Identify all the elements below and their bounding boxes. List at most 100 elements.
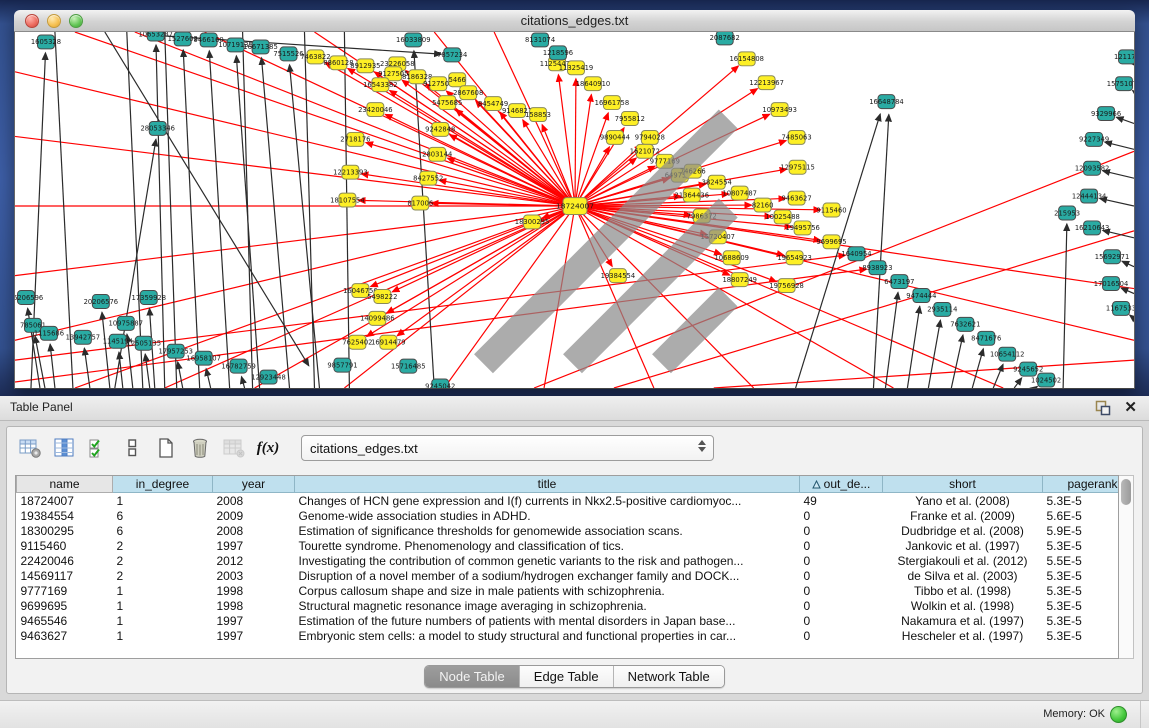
cell-name[interactable]: 9115460 bbox=[17, 538, 113, 553]
cell-out_de[interactable]: 0 bbox=[800, 538, 883, 553]
table-row[interactable]: 1872400712008Changes of HCN gene express… bbox=[17, 493, 1120, 509]
cell-title[interactable]: Embryonic stem cells: a model to study s… bbox=[295, 628, 800, 643]
cell-short[interactable]: Tibbo et al. (1998) bbox=[883, 583, 1043, 598]
cell-name[interactable]: 19384554 bbox=[17, 508, 113, 523]
new-table-icon[interactable] bbox=[151, 433, 181, 463]
cell-year[interactable]: 2012 bbox=[213, 553, 295, 568]
close-panel-icon[interactable]: ✕ bbox=[1124, 398, 1137, 416]
cell-short[interactable]: Dudbridge et al. (2008) bbox=[883, 523, 1043, 538]
cell-year[interactable]: 2008 bbox=[213, 493, 295, 509]
cell-in_degree[interactable]: 1 bbox=[113, 613, 213, 628]
cell-in_degree[interactable]: 2 bbox=[113, 538, 213, 553]
cell-title[interactable]: Corpus callosum shape and size in male p… bbox=[295, 583, 800, 598]
function-builder-icon[interactable]: f(x) bbox=[253, 433, 283, 463]
column-header-name[interactable]: name bbox=[17, 476, 113, 493]
cell-out_de[interactable]: 0 bbox=[800, 613, 883, 628]
table-scrollbar[interactable] bbox=[1119, 475, 1134, 659]
cell-out_de[interactable]: 0 bbox=[800, 508, 883, 523]
cell-name[interactable]: 18724007 bbox=[17, 493, 113, 509]
table-row[interactable]: 2242004622012Investigating the contribut… bbox=[17, 553, 1120, 568]
cell-year[interactable]: 2003 bbox=[213, 568, 295, 583]
cell-out_de[interactable]: 0 bbox=[800, 598, 883, 613]
network-canvas[interactable]: 1872400774638228860128891293523226058912… bbox=[14, 32, 1135, 389]
cell-short[interactable]: Franke et al. (2009) bbox=[883, 508, 1043, 523]
table-row[interactable]: 946362711997Embryonic stem cells: a mode… bbox=[17, 628, 1120, 643]
cell-pagerank[interactable]: 5.3E-5 bbox=[1043, 628, 1120, 643]
cell-pagerank[interactable]: 5.3E-5 bbox=[1043, 613, 1120, 628]
cell-name[interactable]: 22420046 bbox=[17, 553, 113, 568]
cell-pagerank[interactable]: 5.3E-5 bbox=[1043, 583, 1120, 598]
column-header-short[interactable]: short bbox=[883, 476, 1043, 493]
cell-pagerank[interactable]: 5.3E-5 bbox=[1043, 598, 1120, 613]
cell-year[interactable]: 1998 bbox=[213, 583, 295, 598]
cell-title[interactable]: Investigating the contribution of common… bbox=[295, 553, 800, 568]
network-view-window[interactable]: citations_edges.txt 18724007746382288601… bbox=[14, 10, 1135, 389]
cell-name[interactable]: 14569117 bbox=[17, 568, 113, 583]
float-panel-icon[interactable] bbox=[1095, 400, 1111, 416]
cell-in_degree[interactable]: 1 bbox=[113, 583, 213, 598]
table-row[interactable]: 1830029562008Estimation of significance … bbox=[17, 523, 1120, 538]
cell-title[interactable]: Estimation of significance thresholds fo… bbox=[295, 523, 800, 538]
cell-name[interactable]: 9699695 bbox=[17, 598, 113, 613]
cell-name[interactable]: 9465546 bbox=[17, 613, 113, 628]
cell-title[interactable]: Changes of HCN gene expression and I(f) … bbox=[295, 493, 800, 509]
cell-title[interactable]: Tourette syndrome. Phenomenology and cla… bbox=[295, 538, 800, 553]
cell-name[interactable]: 9777169 bbox=[17, 583, 113, 598]
cell-in_degree[interactable]: 1 bbox=[113, 493, 213, 509]
cell-out_de[interactable]: 0 bbox=[800, 583, 883, 598]
cell-short[interactable]: Stergiakouli et al. (2012) bbox=[883, 553, 1043, 568]
cell-year[interactable]: 1997 bbox=[213, 628, 295, 643]
window-titlebar[interactable]: citations_edges.txt bbox=[14, 10, 1135, 32]
cell-pagerank[interactable]: 5.3E-5 bbox=[1043, 493, 1120, 509]
table-row[interactable]: 946554611997Estimation of the future num… bbox=[17, 613, 1120, 628]
delete-table-icon[interactable] bbox=[185, 433, 215, 463]
cell-out_de[interactable]: 0 bbox=[800, 568, 883, 583]
cell-year[interactable]: 1997 bbox=[213, 538, 295, 553]
cell-in_degree[interactable]: 6 bbox=[113, 523, 213, 538]
cell-in_degree[interactable]: 2 bbox=[113, 568, 213, 583]
column-header-title[interactable]: title bbox=[295, 476, 800, 493]
cell-out_de[interactable]: 0 bbox=[800, 553, 883, 568]
cell-pagerank[interactable]: 5.5E-5 bbox=[1043, 553, 1120, 568]
cell-short[interactable]: Nakamura et al. (1997) bbox=[883, 613, 1043, 628]
cell-title[interactable]: Disruption of a novel member of a sodium… bbox=[295, 568, 800, 583]
cell-year[interactable]: 1997 bbox=[213, 613, 295, 628]
table-row[interactable]: 1456911722003Disruption of a novel membe… bbox=[17, 568, 1120, 583]
cell-in_degree[interactable]: 6 bbox=[113, 508, 213, 523]
cell-year[interactable]: 2009 bbox=[213, 508, 295, 523]
scrollbar-thumb[interactable] bbox=[1121, 479, 1131, 505]
cell-out_de[interactable]: 49 bbox=[800, 493, 883, 509]
tab-node-table[interactable]: Node Table bbox=[425, 666, 520, 687]
cell-title[interactable]: Structural magnetic resonance image aver… bbox=[295, 598, 800, 613]
table-row[interactable]: 969969511998Structural magnetic resonanc… bbox=[17, 598, 1120, 613]
column-header-year[interactable]: year bbox=[213, 476, 295, 493]
show-column-icon[interactable] bbox=[49, 433, 79, 463]
row-height-icon[interactable] bbox=[117, 433, 147, 463]
cell-title[interactable]: Genome-wide association studies in ADHD. bbox=[295, 508, 800, 523]
cell-pagerank[interactable]: 5.6E-5 bbox=[1043, 508, 1120, 523]
cell-title[interactable]: Estimation of the future numbers of pati… bbox=[295, 613, 800, 628]
column-header-pagerank[interactable]: pagerank bbox=[1043, 476, 1120, 493]
cell-short[interactable]: Jankovic et al. (1997) bbox=[883, 538, 1043, 553]
cell-pagerank[interactable]: 5.3E-5 bbox=[1043, 538, 1120, 553]
cell-out_de[interactable]: 0 bbox=[800, 523, 883, 538]
cell-short[interactable]: Yano et al. (2008) bbox=[883, 493, 1043, 509]
table-row[interactable]: 911546021997Tourette syndrome. Phenomeno… bbox=[17, 538, 1120, 553]
tab-network-table[interactable]: Network Table bbox=[614, 666, 724, 687]
table-mode-icon[interactable] bbox=[15, 433, 45, 463]
table-row[interactable]: 977716911998Corpus callosum shape and si… bbox=[17, 583, 1120, 598]
table-selector-dropdown[interactable]: citations_edges.txt bbox=[301, 435, 714, 461]
cell-short[interactable]: Hescheler et al. (1997) bbox=[883, 628, 1043, 643]
cell-out_de[interactable]: 0 bbox=[800, 628, 883, 643]
cell-name[interactable]: 9463627 bbox=[17, 628, 113, 643]
window-resize-grip[interactable] bbox=[13, 30, 1132, 386]
select-columns-icon[interactable] bbox=[83, 433, 113, 463]
table-row[interactable]: 1938455462009Genome-wide association stu… bbox=[17, 508, 1120, 523]
tab-edge-table[interactable]: Edge Table bbox=[520, 666, 614, 687]
cell-in_degree[interactable]: 2 bbox=[113, 553, 213, 568]
column-header-in_degree[interactable]: in_degree bbox=[113, 476, 213, 493]
column-header-out_de[interactable]: out_de... bbox=[800, 476, 883, 493]
cell-name[interactable]: 18300295 bbox=[17, 523, 113, 538]
cell-in_degree[interactable]: 1 bbox=[113, 628, 213, 643]
cell-pagerank[interactable]: 5.3E-5 bbox=[1043, 568, 1120, 583]
